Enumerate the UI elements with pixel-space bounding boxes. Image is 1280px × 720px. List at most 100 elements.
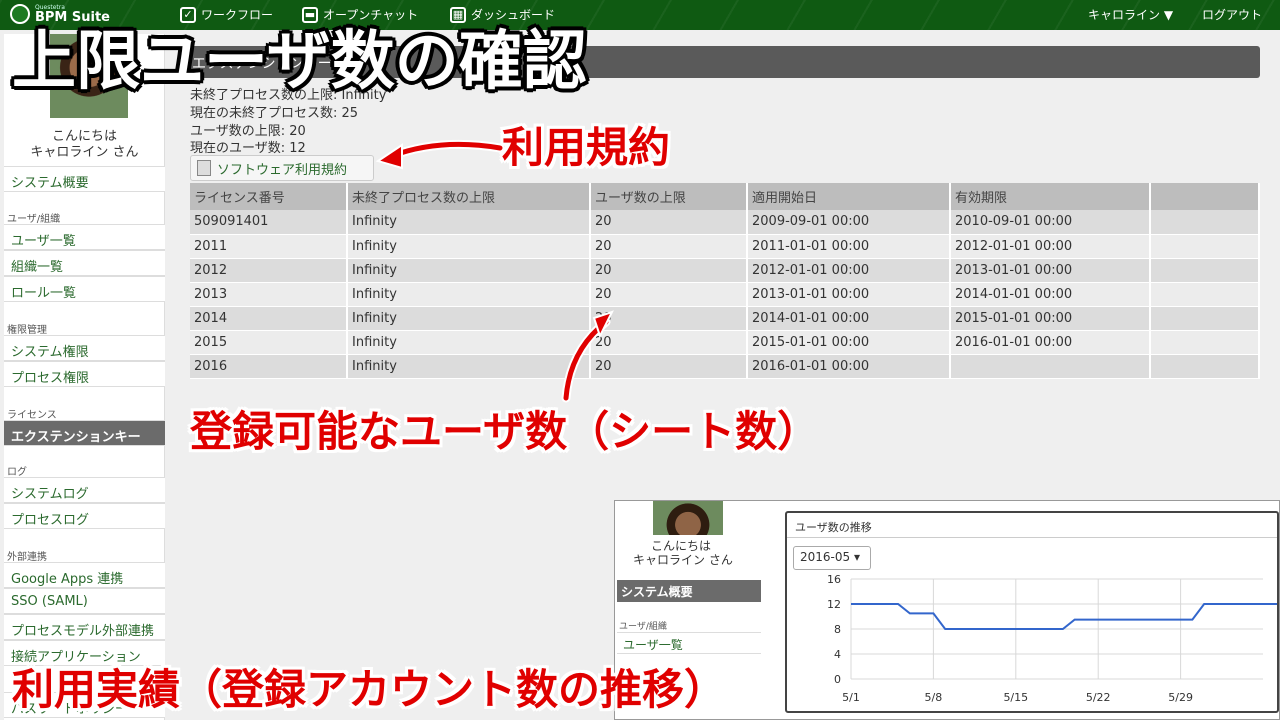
- sidebar-item-extension-key[interactable]: エクステンションキー: [4, 420, 165, 446]
- annotation-registrable-users: 登録可能なユーザ数（シート数）: [190, 407, 820, 456]
- cell-extra: [1150, 306, 1260, 331]
- cell-extra: [1150, 330, 1260, 355]
- cell-start-date: 2014-01-01 00:00: [747, 306, 951, 331]
- cell-max-processes: Infinity: [347, 306, 591, 331]
- sidebar-item-system-overview[interactable]: システム概要: [4, 166, 165, 192]
- sidebar-item-process-model-external[interactable]: プロセスモデル外部連携: [4, 614, 165, 640]
- sidebar: こんにちは キャロライン さん システム概要 ユーザ/組織 ユーザ一覧 組織一覧…: [4, 34, 165, 720]
- sidebar-item-org-list[interactable]: 組織一覧: [4, 250, 165, 276]
- x-tick-label: 5/15: [1003, 691, 1028, 704]
- cell-license-number: 509091401: [190, 210, 348, 235]
- cell-expiry: [950, 354, 1151, 379]
- cell-license-number: 2015: [190, 330, 348, 355]
- license-table: ライセンス番号 未終了プロセス数の上限 ユーザ数の上限 適用開始日 有効期限 5…: [190, 183, 1260, 379]
- logout-link[interactable]: ログアウト: [1202, 6, 1262, 23]
- x-tick-label: 5/1: [842, 691, 860, 704]
- cell-max-users: 20: [590, 210, 748, 235]
- table-row[interactable]: 2016 Infinity 20 2016-01-01 00:00: [190, 354, 1260, 379]
- cell-extra: [1150, 234, 1260, 259]
- sidebar-item-process-permissions[interactable]: プロセス権限: [4, 361, 165, 387]
- cell-start-date: 2009-09-01 00:00: [747, 210, 951, 235]
- sidebar-item-sso[interactable]: SSO (SAML): [4, 588, 165, 614]
- inset-sidebar-item-user-list[interactable]: ユーザ一覧: [617, 632, 761, 654]
- sidebar-category-license: ライセンス: [7, 410, 57, 421]
- sidebar-item-user-list[interactable]: ユーザ一覧: [4, 224, 165, 250]
- table-row[interactable]: 2011 Infinity 20 2011-01-01 00:00 2012-01-01…: [190, 234, 1260, 259]
- annotation-terms: 利用規約: [502, 123, 671, 172]
- col-expiry[interactable]: 有効期限: [950, 183, 1151, 210]
- sidebar-item-role-list[interactable]: ロール一覧: [4, 276, 165, 302]
- month-select[interactable]: 2016-05 ▾: [793, 546, 871, 570]
- cell-expiry: 2010-09-01 00:00: [950, 210, 1151, 235]
- cell-start-date: 2011-01-01 00:00: [747, 234, 951, 259]
- y-tick-label: 0: [834, 673, 841, 686]
- table-row[interactable]: 2014 Infinity 20 2014-01-01 00:00 2015-01-01…: [190, 306, 1260, 331]
- cell-expiry: 2015-01-01 00:00: [950, 306, 1151, 331]
- cell-license-number: 2014: [190, 306, 348, 331]
- chart-divider: [787, 537, 1277, 538]
- table-header-row: ライセンス番号 未終了プロセス数の上限 ユーザ数の上限 適用開始日 有効期限: [190, 183, 1260, 210]
- cell-expiry: 2013-01-01 00:00: [950, 258, 1151, 283]
- sidebar-item-system-log[interactable]: システムログ: [4, 477, 165, 503]
- table-row[interactable]: 2012 Infinity 20 2012-01-01 00:00 2013-01-01…: [190, 258, 1260, 283]
- sidebar-item-system-permissions[interactable]: システム権限: [4, 335, 165, 361]
- col-max-processes[interactable]: 未終了プロセス数の上限: [347, 183, 591, 210]
- info-current-process: 現在の未終了プロセス数: 25: [190, 106, 359, 121]
- cell-max-processes: Infinity: [347, 330, 591, 355]
- cell-start-date: 2015-01-01 00:00: [747, 330, 951, 355]
- y-tick-label: 12: [827, 598, 841, 611]
- cell-expiry: 2016-01-01 00:00: [950, 330, 1151, 355]
- chart-title: ユーザ数の推移: [795, 521, 872, 534]
- cell-extra: [1150, 210, 1260, 235]
- cell-max-processes: Infinity: [347, 354, 591, 379]
- y-tick-label: 4: [834, 648, 841, 661]
- cell-start-date: 2016-01-01 00:00: [747, 354, 951, 379]
- sidebar-item-process-log[interactable]: プロセスログ: [4, 503, 165, 529]
- cell-max-users: 20: [590, 258, 748, 283]
- cell-max-processes: Infinity: [347, 210, 591, 235]
- cell-max-processes: Infinity: [347, 234, 591, 259]
- cell-license-number: 2011: [190, 234, 348, 259]
- sidebar-category-users: ユーザ/組織: [7, 214, 61, 225]
- sidebar-item-google-apps[interactable]: Google Apps 連携: [4, 562, 165, 588]
- col-extra: [1150, 183, 1260, 210]
- user-menu[interactable]: キャロライン ▼: [1088, 6, 1173, 23]
- cell-max-users: 20: [590, 354, 748, 379]
- y-tick-label: 8: [834, 623, 841, 636]
- user-count-chart-panel: ユーザ数の推移 2016-05 ▾ 0 4 8 12 16 5/1 5/8 5/15 5/22 5…: [785, 511, 1279, 713]
- cell-start-date: 2013-01-01 00:00: [747, 282, 951, 307]
- cell-license-number: 2012: [190, 258, 348, 283]
- cell-license-number: 2013: [190, 282, 348, 307]
- sidebar-category-log: ログ: [7, 467, 27, 478]
- user-count-series-line: [851, 603, 1277, 630]
- info-current-users: 現在のユーザ数: 12: [190, 141, 306, 156]
- user-menu-label: キャロライン ▼: [1088, 8, 1174, 22]
- inset-user-name: キャロライン さん: [633, 553, 733, 567]
- user-name: キャロライン さん: [30, 145, 139, 160]
- cell-max-processes: Infinity: [347, 282, 591, 307]
- table-row[interactable]: 2015 Infinity 20 2015-01-01 00:00 2016-01-01…: [190, 330, 1260, 355]
- cell-max-users: 20: [590, 282, 748, 307]
- logout-label: ログアウト: [1202, 8, 1263, 22]
- col-start-date[interactable]: 適用開始日: [747, 183, 951, 210]
- x-tick-label: 5/29: [1168, 691, 1193, 704]
- table-row[interactable]: 509091401 Infinity 20 2009-09-01 00:00 2010-…: [190, 210, 1260, 235]
- cell-max-users: 20: [590, 306, 748, 331]
- cell-expiry: 2014-01-01 00:00: [950, 282, 1151, 307]
- cell-max-users: 20: [590, 234, 748, 259]
- x-tick-label: 5/22: [1086, 691, 1111, 704]
- cell-max-processes: Infinity: [347, 258, 591, 283]
- cell-start-date: 2012-01-01 00:00: [747, 258, 951, 283]
- software-terms-button[interactable]: ソフトウェア利用規約: [190, 155, 374, 181]
- table-row[interactable]: 2013 Infinity 20 2013-01-01 00:00 2014-01-01…: [190, 282, 1260, 307]
- cell-extra: [1150, 282, 1260, 307]
- cell-extra: [1150, 258, 1260, 283]
- col-license-number[interactable]: ライセンス番号: [190, 183, 348, 210]
- col-max-users[interactable]: ユーザ数の上限: [590, 183, 748, 210]
- inset-avatar: [653, 501, 723, 535]
- software-terms-label: ソフトウェア利用規約: [217, 162, 348, 178]
- sidebar-category-permissions: 権限管理: [7, 325, 47, 336]
- inset-sidebar-item-system-overview[interactable]: システム概要: [617, 580, 761, 602]
- cell-extra: [1150, 354, 1260, 379]
- cell-max-users: 20: [590, 330, 748, 355]
